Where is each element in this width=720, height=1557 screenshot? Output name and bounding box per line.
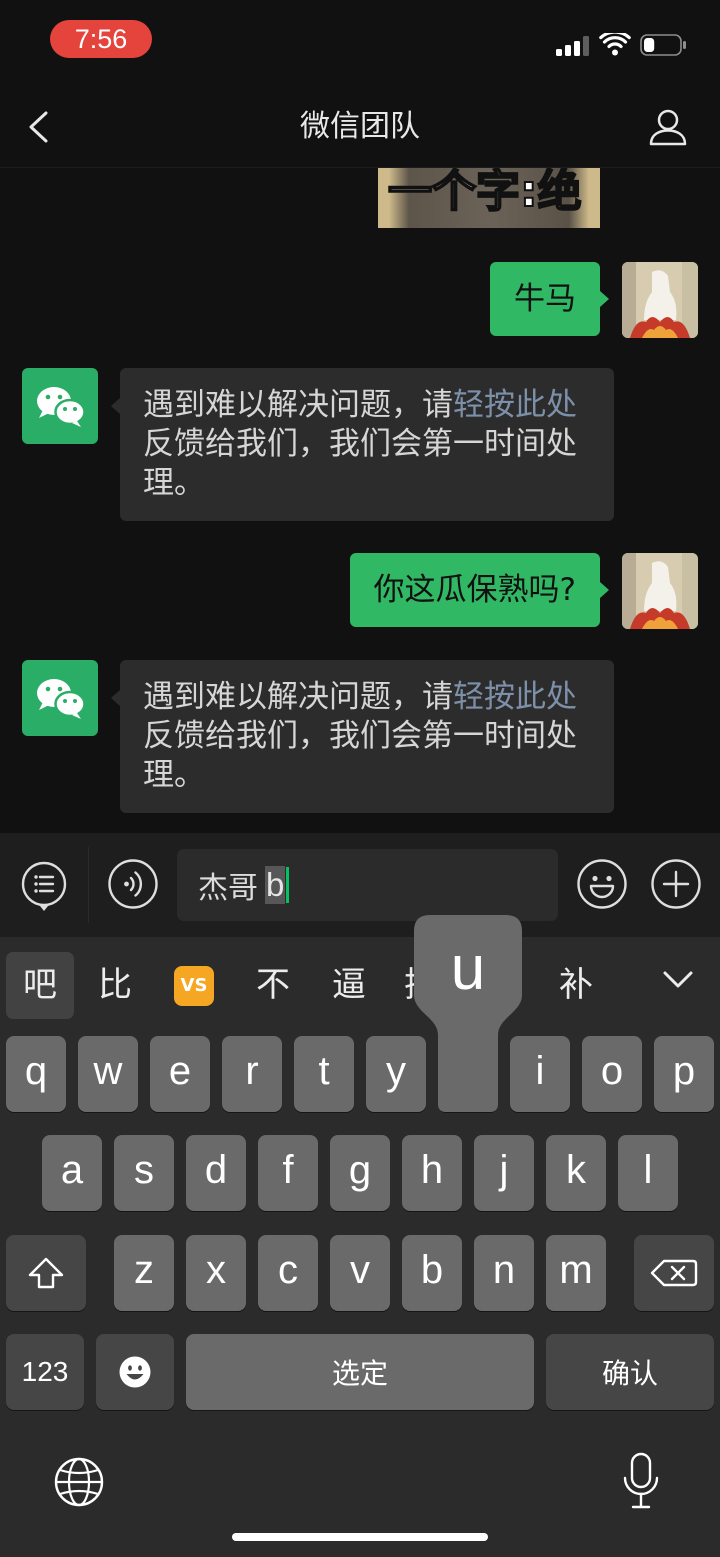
key-s[interactable]: s [114,1135,174,1211]
message-row: 你这瓜保熟吗? [0,553,720,629]
message-text: 遇到难以解决问题，请 [143,679,453,715]
emoji-key-icon [119,1356,151,1388]
keyboard: 吧 比 VS 不 逼 把 补 q w e r t y u i o p a s d… [0,937,720,1557]
chat-area[interactable]: 一个字:绝 牛马 遇到难以解决问题，请轻按此处反馈给我们，我们会第一时间处理。 … [0,168,720,833]
emoji-icon[interactable] [577,859,627,909]
key-n[interactable]: n [474,1235,534,1311]
numbers-key[interactable]: 123 [6,1334,84,1410]
page-title: 微信团队 [300,109,420,144]
shift-key[interactable] [6,1235,86,1311]
microphone-icon[interactable] [621,1452,661,1510]
emoji-key[interactable] [96,1334,174,1410]
status-time: 7:56 [50,20,152,58]
message-bubble-other: 遇到难以解决问题，请轻按此处反馈给我们，我们会第一时间处理。 [111,368,614,521]
key-p[interactable]: p [654,1036,714,1112]
feedback-link[interactable]: 轻按此处 [453,679,577,715]
message-row: 遇到难以解决问题，请轻按此处反馈给我们，我们会第一时间处理。 [0,368,720,521]
person-icon[interactable] [648,107,688,147]
voice-icon[interactable] [108,859,158,909]
key-w[interactable]: w [78,1036,138,1112]
candidate-word[interactable]: 逼 [315,952,383,1019]
key-v[interactable]: v [330,1235,390,1311]
key-o[interactable]: o [582,1036,642,1112]
sticker-image[interactable]: 一个字:绝 [378,168,600,228]
candidate-word[interactable]: 补 [542,952,610,1019]
text-cursor [286,867,290,903]
key-popup-letter: u [450,934,486,1003]
chevron-down-icon[interactable] [662,970,694,990]
key-d[interactable]: d [186,1135,246,1211]
key-k[interactable]: k [546,1135,606,1211]
key-z[interactable]: z [114,1235,174,1311]
key-r[interactable]: r [222,1036,282,1112]
key-h[interactable]: h [402,1135,462,1211]
input-text: 杰哥 [198,871,258,906]
input-bar: 杰哥 b [0,833,720,937]
sticker-caption: 一个字:绝 [387,168,583,217]
shift-icon [28,1257,64,1289]
message-bubble-other: 遇到难以解决问题，请轻按此处反馈给我们，我们会第一时间处理。 [111,660,614,813]
list-menu-icon[interactable] [20,858,68,916]
candidate-word[interactable]: 不 [239,952,307,1019]
key-m[interactable]: m [546,1235,606,1311]
message-text: 遇到难以解决问题，请 [143,387,453,423]
message-input[interactable]: 杰哥 b [177,849,558,921]
globe-icon[interactable] [54,1457,104,1507]
return-key[interactable]: 确认 [546,1334,714,1410]
composing-text: b [265,866,286,904]
key-q[interactable]: q [6,1036,66,1112]
message-bubble-self[interactable]: 你这瓜保熟吗? [349,553,610,627]
user-photo-icon[interactable] [622,262,698,338]
key-j[interactable]: j [474,1135,534,1211]
message-row: 牛马 [0,262,720,338]
backspace-icon [650,1259,698,1287]
feedback-link[interactable]: 轻按此处 [453,387,577,423]
user-photo-icon[interactable] [622,553,698,629]
wechat-logo-icon[interactable] [22,368,98,444]
key-l[interactable]: l [618,1135,678,1211]
key-f[interactable]: f [258,1135,318,1211]
candidate-word[interactable]: 比 [81,952,149,1019]
key-e[interactable]: e [150,1036,210,1112]
message-bubble-self[interactable]: 牛马 [490,262,609,336]
key-g[interactable]: g [330,1135,390,1211]
wechat-logo-icon[interactable] [22,660,98,736]
message-text: 反馈给我们，我们会第一时间处理。 [143,718,577,793]
candidate-word[interactable]: 吧 [6,952,74,1019]
key-c[interactable]: c [258,1235,318,1311]
input-divider [88,847,89,923]
key-b[interactable]: b [402,1235,462,1311]
message-row: 遇到难以解决问题，请轻按此处反馈给我们，我们会第一时间处理。 [0,660,720,813]
key-x[interactable]: x [186,1235,246,1311]
delete-key[interactable] [634,1235,714,1311]
plus-icon[interactable] [651,859,701,909]
battery-icon [640,34,686,56]
wifi-icon [599,33,631,56]
cellular-signal-icon [556,36,589,56]
home-indicator[interactable] [232,1533,488,1541]
space-key[interactable]: 选定 [186,1334,534,1410]
message-text: 反馈给我们，我们会第一时间处理。 [143,426,577,501]
key-a[interactable]: a [42,1135,102,1211]
key-t[interactable]: t [294,1036,354,1112]
candidate-vs-emoji[interactable]: VS [174,966,214,1006]
